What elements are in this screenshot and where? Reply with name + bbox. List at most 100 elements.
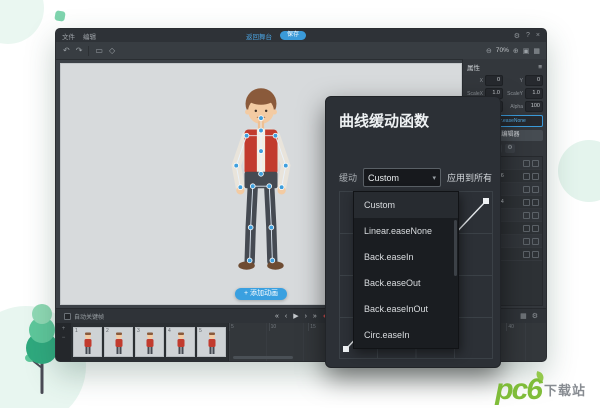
- prev-frame-icon[interactable]: ‹: [285, 313, 287, 320]
- frame-thumbnail[interactable]: 1: [73, 327, 102, 357]
- easing-option[interactable]: Circ.easeIn: [354, 322, 458, 348]
- pc6-watermark: pc6 下载站: [495, 377, 586, 402]
- frame-thumbnail[interactable]: 2: [104, 327, 133, 357]
- desktop-background: 文件 编辑 返回舞台 保存 ⚙ ? × ↶ ↷ ▭ ◇ ⊖ 70% ⊕ ▣: [0, 0, 600, 408]
- easing-dropdown-value: Custom: [368, 173, 399, 183]
- watermark-label: 下载站: [544, 380, 586, 399]
- ruler-number: 5: [229, 323, 269, 331]
- field-label: Y: [506, 78, 523, 84]
- zoom-out-icon[interactable]: ⊖: [486, 47, 492, 55]
- decor-circle-topleft: [0, 0, 44, 44]
- easing-option[interactable]: Back.easeIn: [354, 244, 458, 270]
- character-figure[interactable]: [179, 83, 344, 315]
- undo-icon[interactable]: ↶: [63, 46, 70, 55]
- ruler-number: 40: [506, 323, 546, 331]
- save-button[interactable]: 保存: [280, 31, 306, 40]
- scaley-field[interactable]: 1.0: [525, 88, 543, 99]
- auto-keyframe-label: 自动关键帧: [74, 312, 104, 321]
- back-to-stage-link[interactable]: 返回舞台: [246, 31, 272, 41]
- easing-label: 缓动: [339, 171, 357, 184]
- curve-handle-end: [483, 198, 489, 204]
- lock-icon[interactable]: [532, 238, 539, 245]
- frame-thumbnail[interactable]: 3: [135, 327, 164, 357]
- frame-thumbnail[interactable]: 5: [197, 327, 226, 357]
- panel-menu-icon[interactable]: ≡: [538, 64, 542, 71]
- y-field[interactable]: 0: [525, 75, 543, 86]
- titlebar: 文件 编辑 返回舞台 保存 ⚙ ? ×: [56, 29, 546, 42]
- dialog-title: 曲线缓动函数: [326, 97, 500, 131]
- timeline-options: ▦ ⚙: [520, 312, 538, 320]
- select-tool-icon[interactable]: ▭: [95, 46, 103, 55]
- zoom-level: 70%: [496, 47, 509, 54]
- easing-option[interactable]: Back.easeOut: [354, 270, 458, 296]
- frame-thumbnail[interactable]: 4: [166, 327, 195, 357]
- remove-frame-icon[interactable]: −: [62, 335, 66, 341]
- lock-icon[interactable]: [532, 186, 539, 193]
- grid-toggle-icon[interactable]: ▦: [533, 47, 540, 55]
- alpha-field[interactable]: 100: [525, 101, 543, 112]
- visibility-icon[interactable]: [523, 212, 530, 219]
- easing-option[interactable]: Linear.easeNone: [354, 218, 458, 244]
- close-icon[interactable]: ×: [536, 32, 540, 39]
- shape-tool-icon[interactable]: ◇: [109, 46, 115, 55]
- titlebar-icons: ⚙ ? ×: [514, 29, 540, 42]
- lock-icon[interactable]: [532, 199, 539, 206]
- auto-keyframe-toggle[interactable]: 自动关键帧: [64, 312, 104, 321]
- add-animation-button[interactable]: + 添加动画: [235, 288, 287, 300]
- field-label: Alpha: [506, 104, 523, 110]
- zoom-controls: ⊖ 70% ⊕ ▣ ▦: [486, 42, 540, 59]
- frame-thumbnails: 1 2 3 4 5: [71, 323, 228, 361]
- easing-dropdown[interactable]: Custom ▾: [363, 168, 441, 187]
- chevron-down-icon: ▾: [432, 174, 436, 182]
- timeline-scrollbar[interactable]: [233, 356, 293, 359]
- redo-icon[interactable]: ↷: [76, 46, 83, 55]
- next-frame-icon[interactable]: ›: [305, 313, 307, 320]
- lock-icon[interactable]: [532, 251, 539, 258]
- gear-icon[interactable]: ⚙: [532, 312, 538, 320]
- skip-end-icon[interactable]: »: [313, 313, 317, 320]
- lock-icon[interactable]: [532, 160, 539, 167]
- properties-panel-title: 属性: [467, 62, 480, 72]
- easing-dialog: 曲线缓动函数 缓动 Custom ▾: [325, 96, 501, 368]
- visibility-icon[interactable]: [523, 251, 530, 258]
- toolbar-divider: [88, 46, 89, 56]
- add-frame-icon[interactable]: +: [62, 326, 66, 332]
- visibility-icon[interactable]: [523, 238, 530, 245]
- playback-controls: « ‹ ▶ › » ●: [275, 312, 327, 320]
- visibility-icon[interactable]: [523, 199, 530, 206]
- menu-edit[interactable]: 编辑: [83, 31, 96, 41]
- titlebar-center: 返回舞台 保存: [246, 29, 306, 42]
- help-icon[interactable]: ?: [526, 32, 530, 39]
- visibility-icon[interactable]: [523, 173, 530, 180]
- fit-view-icon[interactable]: ▣: [523, 47, 530, 55]
- gear-icon[interactable]: ⚙: [514, 32, 520, 40]
- skip-start-icon[interactable]: «: [275, 313, 279, 320]
- visibility-icon[interactable]: [523, 225, 530, 232]
- pc6-logo: pc6: [495, 377, 541, 402]
- checkbox-icon[interactable]: [64, 313, 71, 320]
- ruler-number: 10: [269, 323, 309, 331]
- easing-option[interactable]: Custom: [354, 192, 458, 218]
- toolbar: ↶ ↷ ▭ ◇ ⊖ 70% ⊕ ▣ ▦: [56, 42, 546, 60]
- visibility-icon[interactable]: [523, 186, 530, 193]
- lock-icon[interactable]: [532, 173, 539, 180]
- lock-icon[interactable]: [532, 225, 539, 232]
- decor-circle-right: [558, 140, 600, 202]
- field-label: X: [466, 78, 483, 84]
- visibility-icon[interactable]: [523, 160, 530, 167]
- tab-settings-icon[interactable]: ⚙: [505, 144, 515, 153]
- decor-square: [54, 10, 66, 22]
- menu-file[interactable]: 文件: [62, 31, 75, 41]
- lock-icon[interactable]: [532, 212, 539, 219]
- field-label: ScaleY: [506, 91, 523, 97]
- play-icon[interactable]: ▶: [293, 312, 298, 320]
- curve-handle-start: [343, 346, 349, 352]
- x-field[interactable]: 0: [485, 75, 503, 86]
- easing-option[interactable]: Back.easeInOut: [354, 296, 458, 322]
- frames-gutter: + −: [56, 323, 71, 361]
- apply-to-all-button[interactable]: 应用到所有: [447, 171, 492, 184]
- grid-icon[interactable]: ▦: [520, 312, 527, 320]
- easing-options-list: Custom Linear.easeNone Back.easeIn Back.…: [353, 191, 459, 349]
- zoom-in-icon[interactable]: ⊕: [513, 47, 519, 55]
- easing-controls: 缓动 Custom ▾ 应用到所有: [339, 168, 492, 187]
